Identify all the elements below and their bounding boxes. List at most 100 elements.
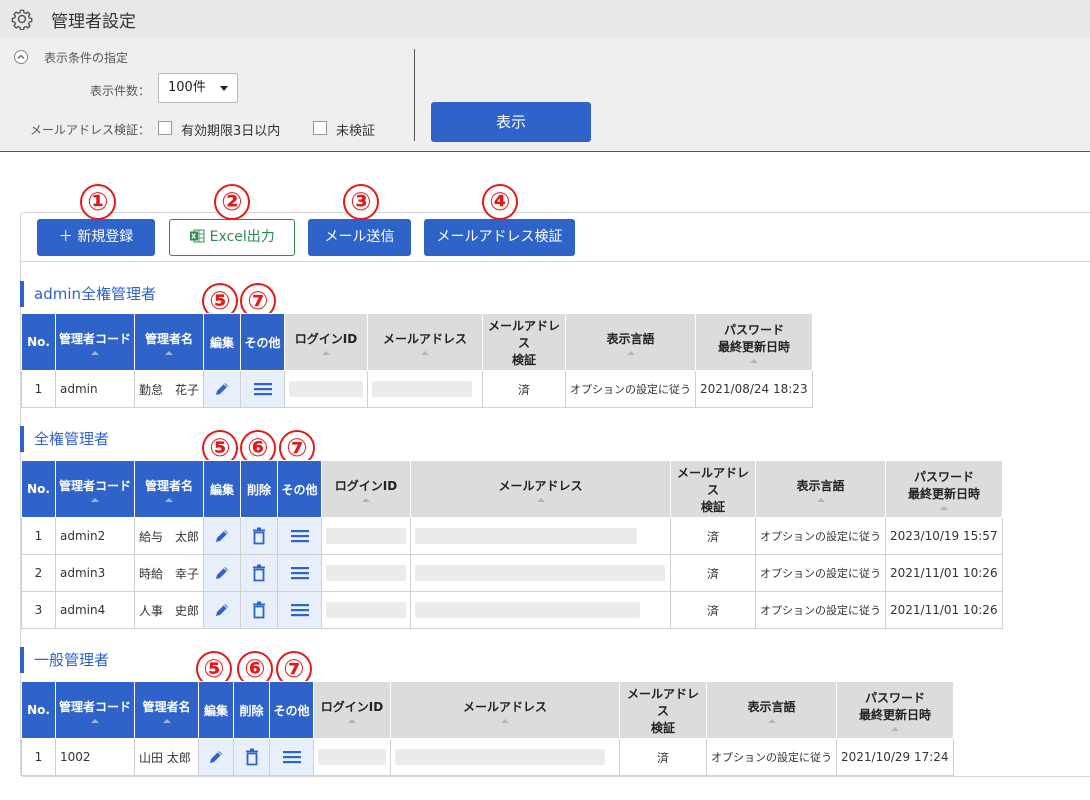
delete-button[interactable]: [233, 738, 270, 776]
more-button[interactable]: [277, 554, 323, 592]
edit-button[interactable]: [198, 738, 234, 776]
cell-no: 1: [21, 517, 56, 555]
edit-button[interactable]: [203, 591, 242, 629]
verify-email-button[interactable]: メールアドレス検証: [424, 219, 575, 256]
section-title-admin-full: admin全権管理者: [20, 281, 156, 307]
cell-verify: 済: [670, 517, 757, 555]
more-button[interactable]: [277, 591, 323, 629]
col-verify[interactable]: メールアドレス 検証: [670, 460, 757, 518]
col-login[interactable]: ログインID: [321, 460, 412, 518]
edit-button[interactable]: [203, 554, 242, 592]
table-row: 1 admin2 給与 太郎 済 オプションの設定に従う 2023/10/19 …: [21, 517, 1004, 555]
col-lang[interactable]: 表示言語: [565, 313, 697, 371]
col-no[interactable]: No.: [21, 681, 56, 739]
count-select[interactable]: 100件: [158, 73, 238, 103]
cell-login: [313, 738, 391, 776]
show-button[interactable]: 表示: [431, 102, 591, 142]
col-email[interactable]: メールアドレス: [410, 460, 672, 518]
table-row: 3 admin4 人事 史郎 済 オプションの設定に従う 2021/11/01 …: [21, 591, 1004, 629]
cell-updated: 2023/10/19 15:57: [885, 517, 1004, 555]
col-verify[interactable]: メールアドレス 検証: [482, 313, 567, 371]
new-register-button[interactable]: ＋ 新規登録: [37, 219, 155, 256]
col-no[interactable]: No.: [21, 313, 56, 371]
col-delete: 削除: [240, 460, 279, 518]
expiring-checkbox[interactable]: [158, 121, 172, 135]
cell-name: 山田 太郎: [134, 738, 199, 776]
cell-name: 人事 史郎: [133, 591, 205, 629]
cell-lang: オプションの設定に従う: [755, 517, 887, 555]
col-edit: 編集: [198, 681, 234, 739]
toolbar-divider: [20, 261, 1090, 262]
cell-email: [367, 370, 484, 408]
cell-lang: オプションの設定に従う: [755, 591, 887, 629]
send-mail-button[interactable]: メール送信: [308, 219, 411, 256]
marker-2: ②: [214, 184, 250, 220]
pencil-icon: [216, 530, 229, 542]
col-email[interactable]: メールアドレス: [390, 681, 620, 739]
edit-button[interactable]: [203, 370, 242, 408]
pencil-icon: [210, 751, 222, 763]
delete-button[interactable]: [240, 517, 279, 555]
cell-name: 勤怠 花子: [133, 370, 205, 408]
cell-lang: オプションの設定に従う: [755, 554, 887, 592]
delete-button[interactable]: [240, 554, 279, 592]
cell-code: admin4: [55, 591, 135, 629]
col-email[interactable]: メールアドレス: [367, 313, 484, 371]
trash-icon: [253, 564, 266, 582]
col-lang[interactable]: 表示言語: [706, 681, 837, 739]
col-code[interactable]: 管理者コード: [55, 460, 135, 518]
cell-no: 2: [21, 554, 56, 592]
edit-button[interactable]: [203, 517, 242, 555]
cell-no: 3: [21, 591, 56, 629]
admin-full-table: No. 管理者コード 管理者名 編集 その他 ログインID メールアドレス メー…: [21, 313, 814, 408]
email-check-label: メールアドレス検証：: [29, 123, 150, 137]
col-verify[interactable]: メールアドレス 検証: [619, 681, 707, 739]
col-pwd[interactable]: パスワード 最終更新日時: [695, 313, 814, 371]
excel-export-button[interactable]: Excel出力: [169, 219, 295, 256]
col-other: その他: [269, 681, 314, 739]
col-edit: 編集: [203, 460, 242, 518]
trash-icon: [245, 748, 258, 766]
cell-lang: オプションの設定に従う: [565, 370, 697, 408]
col-name[interactable]: 管理者名: [133, 313, 205, 371]
cell-updated: 2021/08/24 18:23: [695, 370, 814, 408]
trash-icon: [253, 527, 266, 545]
unverified-checkbox-label: 未検証: [336, 124, 376, 139]
col-login[interactable]: ログインID: [284, 313, 369, 371]
more-button[interactable]: [269, 738, 314, 776]
col-name[interactable]: 管理者名: [133, 460, 205, 518]
cell-login: [321, 517, 412, 555]
more-button[interactable]: [277, 517, 323, 555]
col-code[interactable]: 管理者コード: [55, 681, 135, 739]
col-name[interactable]: 管理者名: [134, 681, 199, 739]
cell-login: [321, 554, 412, 592]
cell-code: admin: [55, 370, 135, 408]
table-header-row: No. 管理者コード 管理者名 編集 削除 その他 ログインID メールアドレス…: [21, 681, 954, 739]
menu-icon: [290, 567, 309, 580]
gear-icon: [11, 9, 33, 30]
trash-icon: [253, 601, 266, 619]
cell-updated: 2021/11/01 10:26: [885, 591, 1004, 629]
cell-lang: オプションの設定に従う: [706, 738, 837, 776]
unverified-checkbox[interactable]: [313, 121, 327, 135]
delete-button[interactable]: [240, 591, 279, 629]
more-button[interactable]: [240, 370, 286, 408]
pencil-icon: [216, 383, 229, 395]
general-admin-table: No. 管理者コード 管理者名 編集 削除 その他 ログインID メールアドレス…: [21, 681, 954, 776]
excel-export-label: Excel出力: [209, 229, 275, 245]
col-pwd[interactable]: パスワード 最終更新日時: [885, 460, 1004, 518]
col-code[interactable]: 管理者コード: [55, 313, 135, 371]
expiring-checkbox-label: 有効期限3日以内: [181, 124, 281, 139]
col-login[interactable]: ログインID: [313, 681, 391, 739]
col-pwd[interactable]: パスワード 最終更新日時: [836, 681, 954, 739]
chevron-down-icon: [220, 86, 228, 91]
page-title: 管理者設定: [51, 11, 136, 32]
cell-updated: 2021/11/01 10:26: [885, 554, 1004, 592]
col-lang[interactable]: 表示言語: [755, 460, 887, 518]
count-select-value: 100件: [168, 80, 206, 95]
collapse-toggle-icon[interactable]: [14, 50, 28, 64]
marker-4: ④: [482, 184, 518, 220]
table-row: 1 1002 山田 太郎 済 オプションの設定に従う 2021/10/29 17…: [21, 738, 954, 776]
cell-email: [410, 517, 672, 555]
col-no[interactable]: No.: [21, 460, 56, 518]
